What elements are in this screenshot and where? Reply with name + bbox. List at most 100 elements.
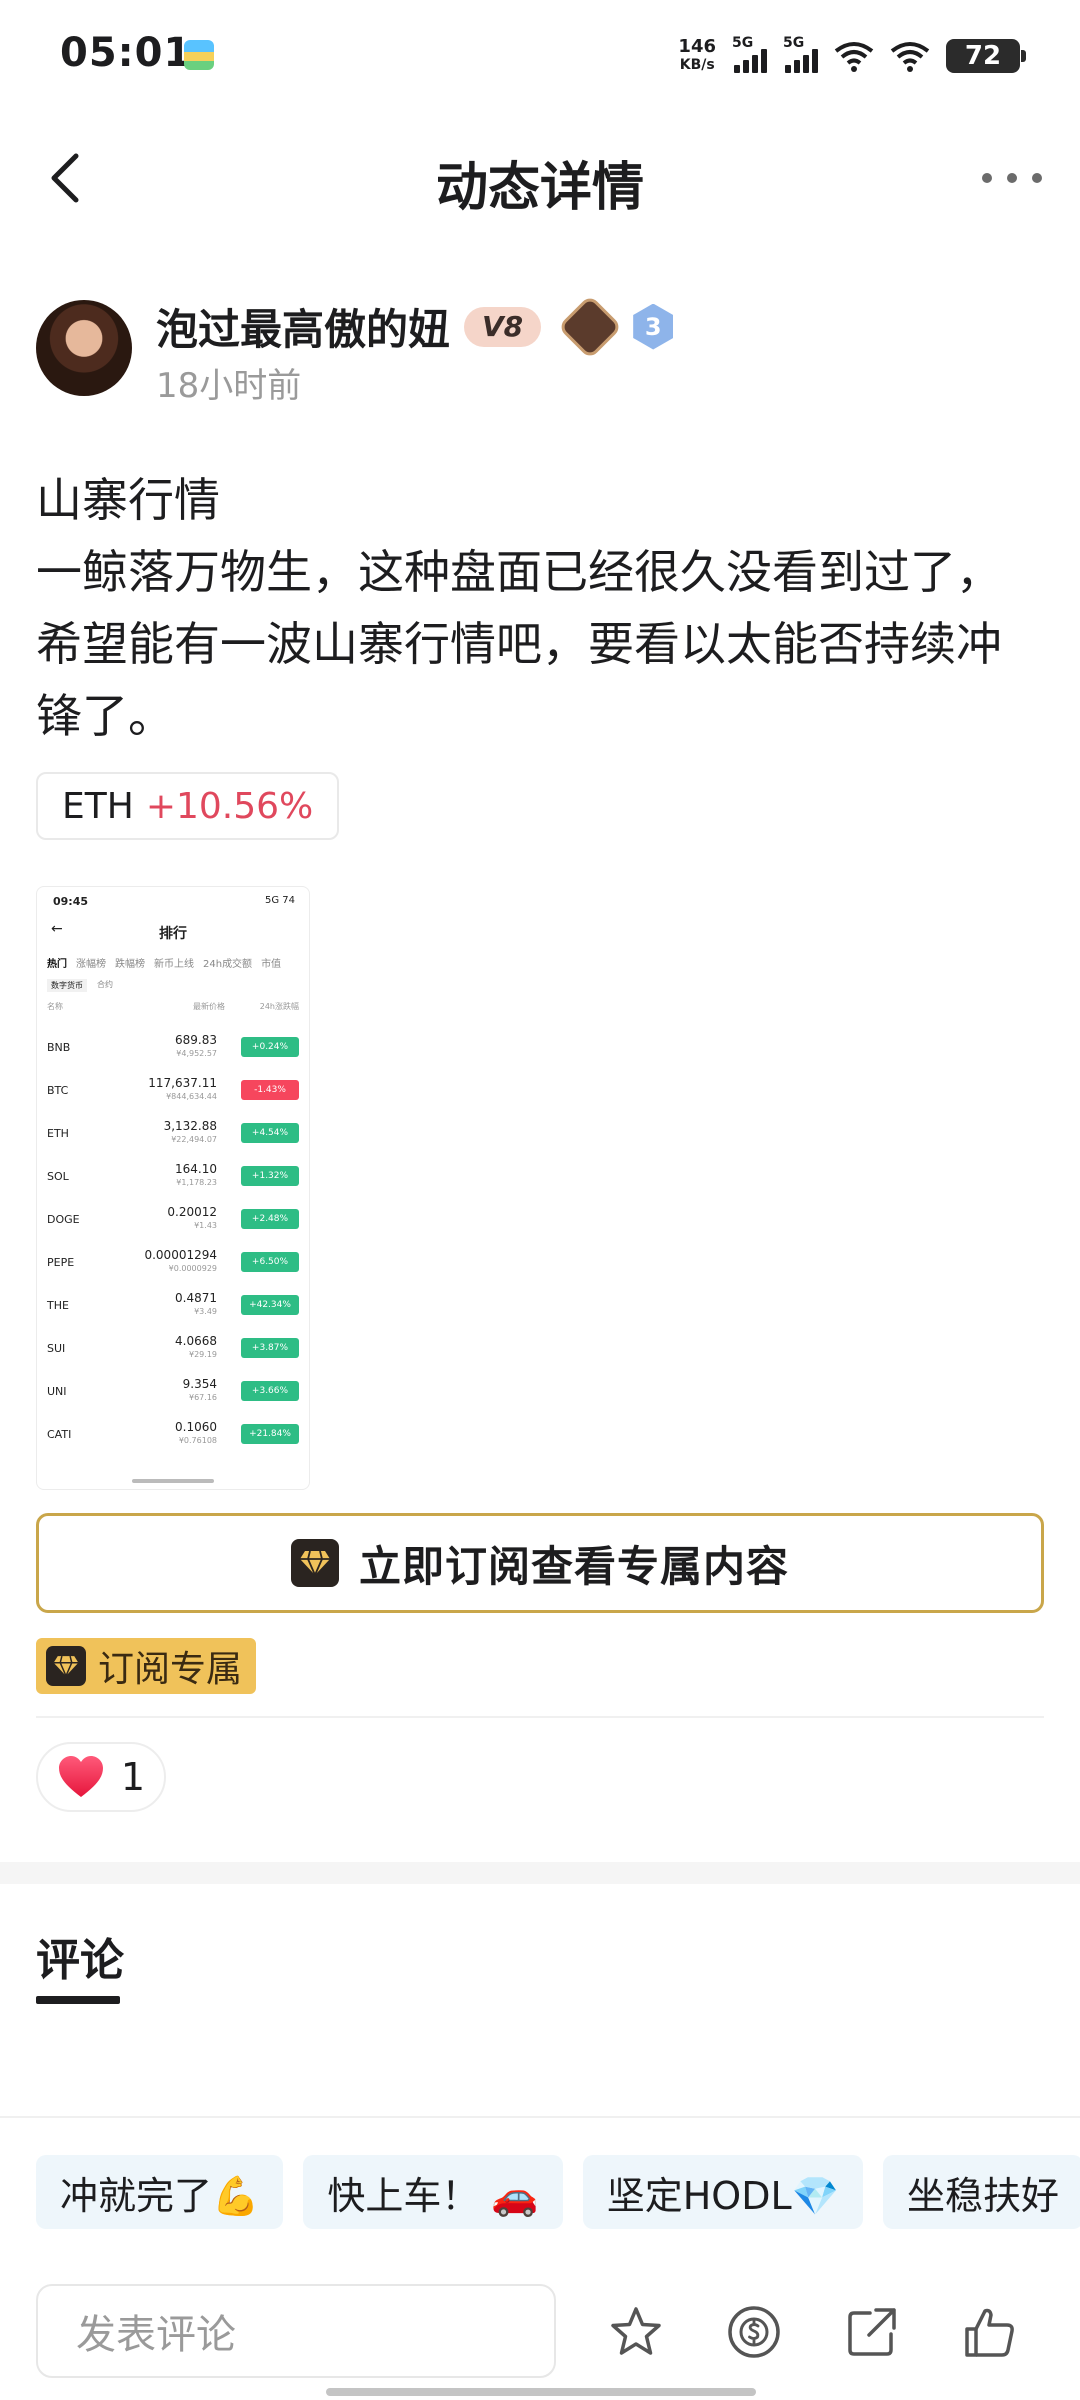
comment-input[interactable]: 发表评论 <box>36 2284 556 2378</box>
image-row-price: 3,132.88 <box>163 1119 217 1133</box>
sim1-label: 5G <box>732 35 754 51</box>
image-table-rows: BNB 689.83 ¥4,952.57 +0.24% BTC 117,637.11 ¥84… <box>47 1027 299 1457</box>
image-row-change: +42.34% <box>241 1295 299 1315</box>
quick-reply-chip[interactable]: 坐稳扶好 <box>882 2155 1080 2229</box>
tip-button[interactable] <box>722 2300 786 2364</box>
ticker-symbol: ETH <box>62 785 134 827</box>
image-row-change: +2.48% <box>241 1209 299 1229</box>
image-status-right: 5G 74 <box>264 895 295 906</box>
post-content: 山寨行情 一鲸落万物生，这种盘面已经很久没看到过了，希望能有一波山寨行情吧，要看… <box>36 464 1046 752</box>
image-tab: 跌幅榜 <box>115 959 145 970</box>
wifi-secondary-icon <box>890 42 930 72</box>
image-table-row: CATI 0.1060 ¥0.76108 +21.84% <box>47 1414 299 1457</box>
image-tab: 新币上线 <box>154 959 194 970</box>
page-title: 动态详情 <box>435 158 644 218</box>
subscription-tag: 订阅专属 <box>36 1638 257 1694</box>
image-row-price: 0.20012 <box>167 1205 217 1219</box>
image-row-cny: ¥22,494.07 <box>171 1135 217 1144</box>
image-row-price: 164.10 <box>175 1162 217 1176</box>
notification-app-icon <box>184 40 214 70</box>
image-table-row: SUI 4.0668 ¥29.19 +3.87% <box>47 1328 299 1371</box>
image-col-change: 24h涨跌幅 <box>259 1002 299 1011</box>
image-table-row: SOL 164.10 ¥1,178.23 +1.32% <box>47 1156 299 1199</box>
coin-icon <box>728 2306 780 2358</box>
avatar[interactable] <box>36 300 132 396</box>
quick-reply-chip[interactable]: 冲就完了💪 <box>36 2155 284 2229</box>
image-table-row: UNI 9.354 ¥67.16 +3.66% <box>47 1371 299 1414</box>
image-row-symbol: SUI <box>47 1342 66 1355</box>
post-image[interactable]: 09:45 5G 74 ← 排行 热门 涨幅榜 跌幅榜 新币上线 24h成交额 … <box>36 886 310 1490</box>
like-count: 1 <box>120 1755 146 1799</box>
section-separator <box>0 1862 1080 1884</box>
heart-icon <box>58 1756 103 1797</box>
image-row-price: 0.1060 <box>175 1420 217 1434</box>
ticker-change: +10.56% <box>145 785 314 827</box>
post-time: 18小时前 <box>156 366 302 406</box>
image-table-row: THE 0.4871 ¥3.49 +42.34% <box>47 1285 299 1328</box>
ticker-chip[interactable]: ETH +10.56% <box>36 772 340 840</box>
image-row-price: 117,637.11 <box>148 1076 217 1090</box>
image-row-change: +0.24% <box>241 1037 299 1057</box>
image-table-row: DOGE 0.20012 ¥1.43 +2.48% <box>47 1199 299 1242</box>
author-name[interactable]: 泡过最高傲的妞 <box>156 296 450 357</box>
image-table-row: ETH 3,132.88 ¥22,494.07 +4.54% <box>47 1113 299 1156</box>
tab-underline <box>36 1996 120 2004</box>
image-tabs: 热门 涨幅榜 跌幅榜 新币上线 24h成交额 市值 <box>47 955 281 970</box>
image-home-indicator <box>132 1479 214 1483</box>
image-row-change: +1.32% <box>241 1166 299 1186</box>
wifi-icon <box>834 42 874 72</box>
share-icon <box>848 2308 896 2356</box>
image-tab: 热门 <box>47 959 67 970</box>
image-row-price: 4.0668 <box>175 1334 217 1348</box>
image-row-change: +6.50% <box>241 1252 299 1272</box>
subscribe-button[interactable]: 立即订阅查看专属内容 <box>36 1513 1044 1613</box>
image-row-change: +3.66% <box>241 1381 299 1401</box>
subscription-tag-label: 订阅专属 <box>98 1649 243 1690</box>
image-row-symbol: DOGE <box>47 1213 80 1226</box>
medal-icon <box>557 293 623 360</box>
quick-replies: 冲就完了💪 快上车！ 🚗 坚定HODL💎 坐稳扶好 <box>36 2155 1080 2229</box>
image-status-time: 09:45 <box>53 895 89 908</box>
image-row-symbol: THE <box>47 1299 69 1312</box>
like-button[interactable]: 1 <box>36 1742 166 1812</box>
image-row-symbol: BTC <box>47 1084 69 1097</box>
image-row-symbol: PEPE <box>47 1256 75 1269</box>
image-row-price: 0.00001294 <box>144 1248 217 1262</box>
image-row-cny: ¥1,178.23 <box>176 1178 217 1187</box>
status-indicators: 146 KB/s 5G 5G 72 <box>678 34 1026 78</box>
image-row-symbol: CATI <box>47 1428 72 1441</box>
image-table-row: PEPE 0.00001294 ¥0.0000929 +6.50% <box>47 1242 299 1285</box>
battery-icon: 72 <box>946 39 1026 73</box>
image-row-symbol: ETH <box>47 1127 69 1140</box>
image-table-row: BNB 689.83 ¥4,952.57 +0.24% <box>47 1027 299 1070</box>
like-post-button[interactable] <box>958 2300 1022 2364</box>
image-row-cny: ¥4,952.57 <box>176 1049 217 1058</box>
image-row-cny: ¥844,634.44 <box>166 1092 217 1101</box>
signal-sim1-icon: 5G <box>732 35 767 73</box>
image-col-name: 名称 <box>47 1002 63 1011</box>
subscribe-label: 立即订阅查看专属内容 <box>358 1541 789 1591</box>
share-button[interactable] <box>840 2300 904 2364</box>
thumbs-up-icon <box>965 2308 1014 2357</box>
image-tab: 24h成交额 <box>203 959 253 970</box>
more-button[interactable] <box>982 158 1042 198</box>
favorite-button[interactable] <box>604 2300 668 2364</box>
image-row-symbol: BNB <box>47 1041 71 1054</box>
tab-comments[interactable]: 评论 <box>36 1924 124 1988</box>
divider <box>36 1716 1044 1718</box>
image-row-symbol: SOL <box>47 1170 69 1183</box>
diamond-icon <box>290 1539 339 1587</box>
sim2-label: 5G <box>783 35 805 51</box>
quick-reply-chip[interactable]: 快上车！ 🚗 <box>303 2155 563 2229</box>
level-badge: 3 <box>633 303 674 350</box>
image-row-price: 0.4871 <box>175 1291 217 1305</box>
home-indicator[interactable] <box>326 2388 756 2396</box>
image-row-cny: ¥29.19 <box>189 1350 217 1359</box>
image-title: 排行 <box>159 926 187 942</box>
vip-badge: V8 <box>464 306 542 347</box>
image-row-change: +21.84% <box>241 1424 299 1444</box>
quick-reply-chip[interactable]: 坚定HODL💎 <box>582 2155 863 2229</box>
image-row-change: -1.43% <box>241 1080 299 1100</box>
star-icon <box>611 2307 661 2355</box>
image-row-change: +3.87% <box>241 1338 299 1358</box>
